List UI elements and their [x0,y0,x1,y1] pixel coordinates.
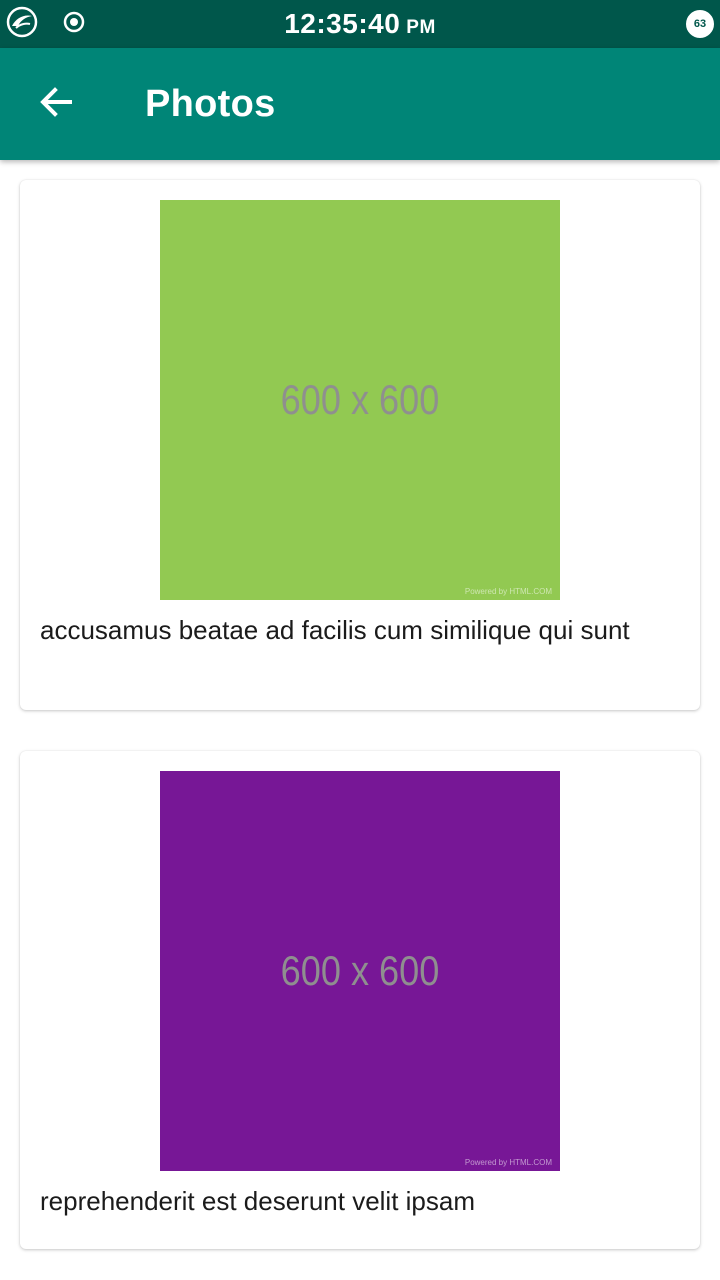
photo-card[interactable]: 600 x 600 Powered by HTML.COM accusamus … [20,180,700,710]
photo-caption: accusamus beatae ad facilis cum similiqu… [40,615,630,645]
photo-thumbnail[interactable]: 600 x 600 Powered by HTML.COM [160,200,560,600]
photo-placeholder-text: 600 x 600 [280,947,440,994]
photo-watermark: Powered by HTML.COM [464,1158,552,1167]
clock-time: 12:35:40 [284,8,401,39]
battery-level: 63 [693,18,707,30]
status-bar: 12:35:40 PM 63 [0,0,720,48]
app-bar: Photos [0,48,720,160]
back-button[interactable] [24,72,88,136]
status-clock: 12:35:40 PM [0,0,720,48]
photo-thumbnail[interactable]: 600 x 600 Powered by HTML.COM [160,771,560,1171]
photo-caption: reprehenderit est deserunt velit ipsam [40,1186,476,1216]
page-title: Photos [145,83,276,125]
battery-indicator: 63 [686,10,714,38]
arrow-left-icon [38,84,74,125]
photo-placeholder-text: 600 x 600 [280,376,440,423]
photo-watermark: Powered by HTML.COM [464,587,552,596]
battery-icon: 63 [686,10,714,38]
photo-list[interactable]: 600 x 600 Powered by HTML.COM accusamus … [0,160,720,1280]
clock-ampm: PM [406,17,436,38]
photo-card[interactable]: 600 x 600 Powered by HTML.COM reprehende… [20,751,700,1249]
